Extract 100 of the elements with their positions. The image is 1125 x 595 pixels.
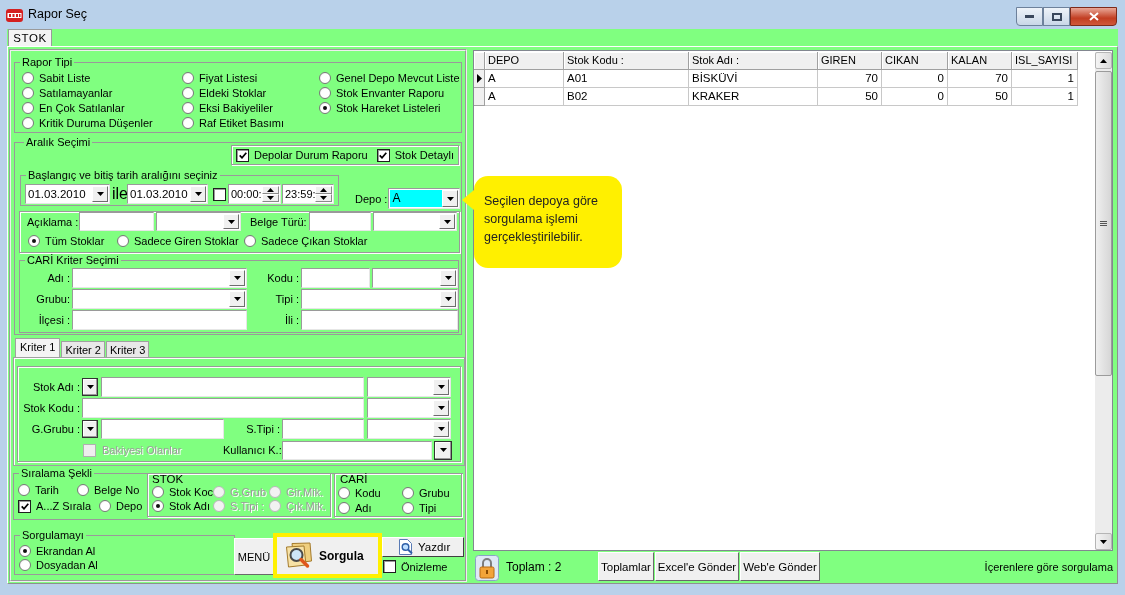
radio-label: Gir.Mik. (286, 486, 324, 498)
field-label: Kullanıcı K.: (223, 444, 280, 456)
page-magnifier-icon (398, 539, 414, 555)
radio-button[interactable] (19, 559, 31, 571)
field-label: Kodu : (266, 272, 299, 284)
toolbar-button[interactable]: Excel'e Gönder (654, 552, 740, 581)
close-button[interactable] (1070, 7, 1117, 26)
radio-button[interactable] (22, 86, 34, 99)
scroll-up-button[interactable] (1095, 52, 1112, 69)
query-button[interactable]: Sorgula (273, 533, 382, 578)
field-label: İli : (283, 314, 299, 326)
caret-down-icon (96, 192, 104, 196)
radio-button[interactable] (152, 500, 164, 512)
radio-button[interactable] (182, 116, 194, 129)
menu-button[interactable]: MENÜ (234, 538, 274, 575)
radio-button[interactable] (402, 486, 414, 499)
dropdown-button[interactable] (82, 420, 98, 438)
radio-button[interactable] (182, 101, 194, 114)
column-header[interactable]: DEPO (485, 52, 564, 70)
radio-button[interactable] (28, 235, 40, 247)
radio-button[interactable] (319, 86, 331, 99)
checkbox[interactable] (383, 560, 396, 573)
table-cell: 70 (818, 70, 882, 88)
text-field[interactable] (301, 268, 370, 288)
radio-button[interactable] (319, 101, 331, 114)
text-field[interactable] (309, 212, 371, 231)
radio-label: Sabit Liste (39, 71, 91, 84)
radio-button[interactable] (152, 486, 164, 498)
tab[interactable]: Kriter 1 (15, 338, 61, 357)
checkbox[interactable] (18, 499, 31, 513)
dropdown-field[interactable] (367, 398, 451, 418)
vertical-scrollbar[interactable] (1095, 52, 1112, 550)
dropdown-field[interactable] (372, 268, 458, 288)
column-header[interactable]: ISL_SAYISI (1012, 52, 1078, 70)
spin-up-button[interactable] (315, 186, 332, 194)
column-header[interactable]: GIREN (818, 52, 882, 70)
spin-down-button[interactable] (262, 194, 279, 202)
dropdown-field[interactable] (72, 268, 247, 288)
text-field[interactable] (282, 440, 432, 460)
radio-button[interactable] (99, 500, 111, 512)
callout-text: Seçilen depoya göre sorgulama işlemi gerçekleştirilebilir. (484, 194, 598, 244)
dropdown-field[interactable] (373, 212, 457, 231)
time-field[interactable]: 23:59: (282, 184, 334, 204)
text-field[interactable] (82, 398, 364, 418)
text-field[interactable] (101, 377, 364, 397)
minimize-button[interactable] (1016, 7, 1043, 26)
window-title: Rapor Seç (28, 7, 88, 22)
dropdown-field[interactable]: A (388, 188, 461, 209)
dropdown-button[interactable] (82, 378, 98, 396)
radio-button[interactable] (182, 71, 194, 84)
tab[interactable]: Kriter 3 (105, 341, 150, 357)
text-field[interactable] (282, 419, 364, 439)
toolbar-button[interactable]: Web'e Gönder (740, 552, 820, 581)
dropdown-field[interactable] (367, 377, 451, 397)
radio-button[interactable] (319, 71, 331, 84)
column-header[interactable]: Stok Kodu : (564, 52, 689, 70)
checkbox[interactable] (376, 148, 390, 162)
maximize-button[interactable] (1043, 7, 1070, 26)
lock-icon[interactable] (475, 555, 499, 581)
radio-button[interactable] (244, 235, 256, 247)
radio-button[interactable] (402, 501, 414, 514)
dropdown-field[interactable] (156, 212, 241, 231)
dropdown-field[interactable] (301, 289, 458, 309)
radio-button[interactable] (22, 71, 34, 84)
print-button[interactable]: Yazdır (382, 537, 464, 557)
app-logo-icon (6, 9, 23, 22)
scroll-down-button[interactable] (1095, 533, 1112, 550)
time-field[interactable]: 00:00: (228, 184, 281, 204)
column-header[interactable]: KALAN (948, 52, 1012, 70)
date-picker[interactable]: 01.03.2010 (127, 184, 208, 204)
text-field[interactable] (72, 310, 247, 330)
radio-button[interactable] (182, 86, 194, 99)
toolbar-button[interactable]: Toplamlar (598, 552, 654, 581)
radio-button[interactable] (117, 235, 129, 247)
checkbox[interactable] (213, 187, 226, 201)
date-picker[interactable]: 01.03.2010 (25, 184, 110, 204)
spin-down-button[interactable] (315, 194, 332, 202)
dropdown-field[interactable] (72, 289, 247, 309)
radio-button[interactable] (18, 484, 30, 496)
tab[interactable]: STOK (8, 29, 52, 46)
column-header[interactable]: CIKAN (882, 52, 948, 70)
radio-button[interactable] (338, 501, 350, 514)
scrollbar-thumb[interactable] (1095, 71, 1112, 376)
dropdown-field[interactable] (367, 419, 451, 439)
text-field[interactable] (301, 310, 458, 330)
radio-button[interactable] (22, 101, 34, 114)
radio-label: Raf Etiket Basımı (199, 116, 284, 129)
text-field[interactable] (79, 212, 154, 231)
checkbox[interactable] (236, 148, 249, 162)
radio-button[interactable] (338, 486, 350, 499)
tab[interactable]: Kriter 2 (61, 341, 105, 357)
radio-button[interactable] (19, 545, 31, 557)
row-selector[interactable] (474, 70, 485, 88)
column-header[interactable]: Stok Adı : (689, 52, 818, 70)
caret-down-icon (233, 276, 241, 280)
radio-button[interactable] (22, 116, 34, 129)
radio-button[interactable] (77, 484, 89, 496)
spin-up-button[interactable] (262, 186, 279, 194)
dropdown-button[interactable] (434, 440, 452, 460)
text-field[interactable] (101, 419, 224, 439)
